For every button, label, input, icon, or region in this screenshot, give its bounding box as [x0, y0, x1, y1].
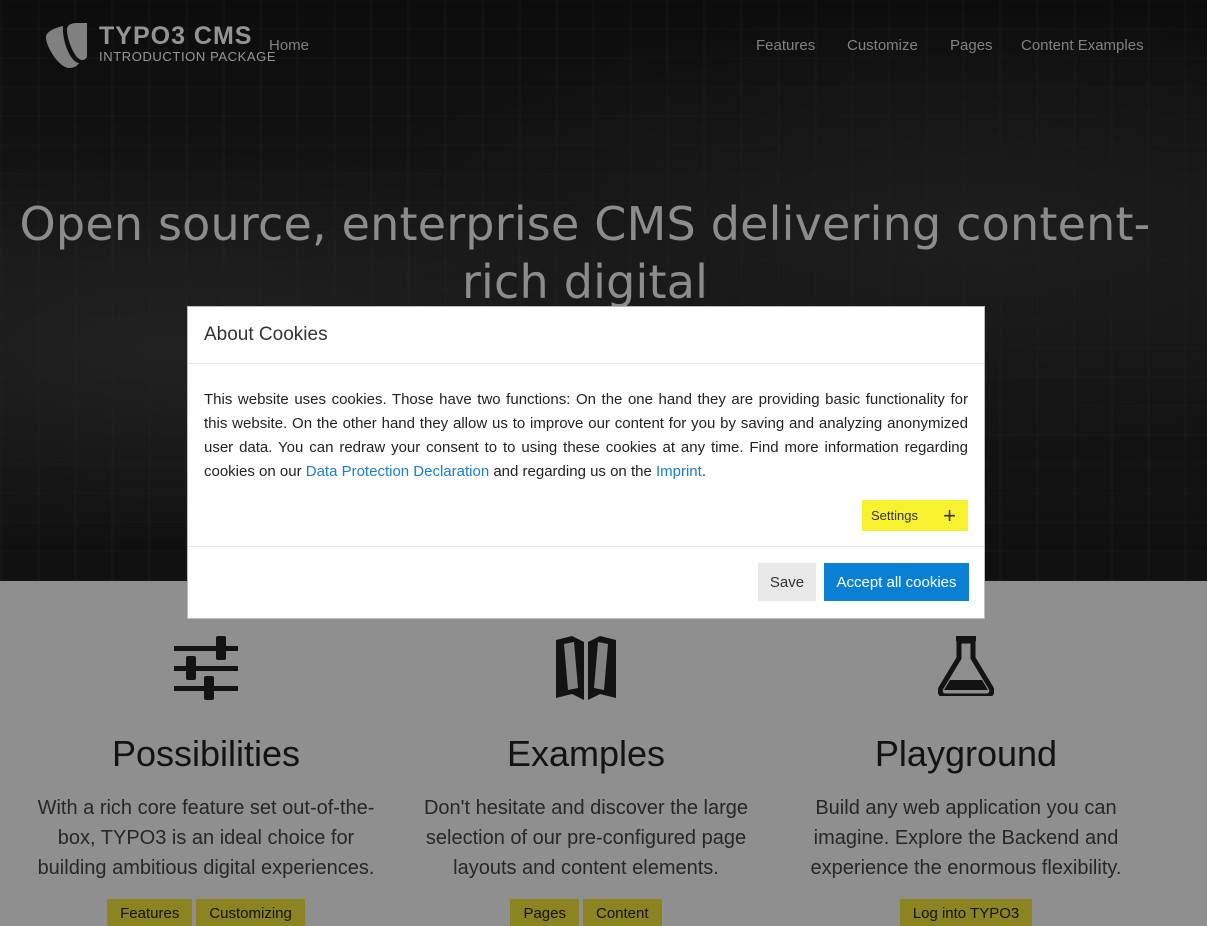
cookie-settings-button[interactable]: Settings + — [862, 500, 968, 531]
accept-all-cookies-button[interactable]: Accept all cookies — [824, 563, 969, 601]
save-button[interactable]: Save — [758, 563, 816, 601]
imprint-link[interactable]: Imprint — [656, 463, 702, 480]
settings-label: Settings — [871, 508, 918, 523]
plus-icon: + — [943, 502, 956, 528]
cookie-modal: About Cookies This website uses cookies.… — [187, 306, 985, 619]
cookie-modal-title: About Cookies — [204, 324, 328, 345]
cookie-modal-body: This website uses cookies. Those have tw… — [188, 364, 984, 547]
cookie-modal-footer: Save Accept all cookies — [188, 547, 984, 618]
data-protection-link[interactable]: Data Protection Declaration — [306, 463, 489, 480]
cookie-text: This website uses cookies. Those have tw… — [204, 391, 968, 480]
cookie-modal-header: About Cookies — [188, 307, 984, 364]
